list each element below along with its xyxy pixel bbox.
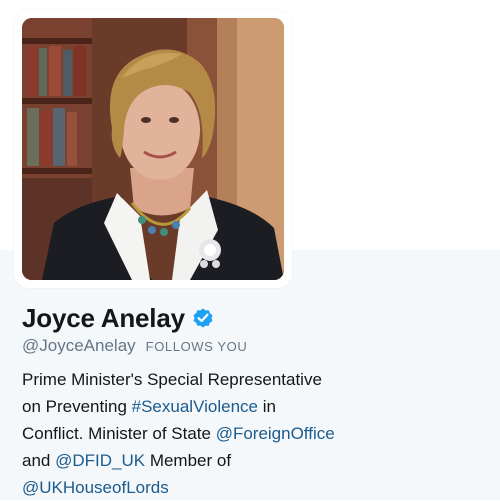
- profile-screen-name[interactable]: @JoyceAnelay: [22, 336, 136, 356]
- mention-link-houseoflords[interactable]: @UKHouseofLords: [22, 478, 169, 497]
- follows-you-badge: FOLLOWS YOU: [145, 338, 248, 354]
- hashtag-link[interactable]: #SexualViolence: [132, 397, 258, 416]
- mention-link-dfid[interactable]: @DFID_UK: [55, 451, 145, 470]
- profile-name-row: Joyce Anelay: [22, 300, 215, 336]
- verified-badge-icon: [191, 306, 215, 330]
- profile-avatar-frame: [14, 10, 292, 288]
- bio-text: in: [257, 397, 276, 416]
- bio-text: on Preventing: [22, 397, 132, 416]
- profile-bio: Prime Minister's Special Representative …: [22, 366, 482, 501]
- mention-link-foreignoffice[interactable]: @ForeignOffice: [216, 424, 335, 443]
- bio-text: and: [22, 451, 56, 470]
- avatar-photo: [22, 18, 284, 280]
- profile-name[interactable]: Joyce Anelay: [22, 303, 185, 334]
- profile-handle-row: @JoyceAnelay FOLLOWS YOU: [22, 335, 247, 357]
- bio-text: Prime Minister's Special Representative: [22, 370, 322, 389]
- profile-avatar[interactable]: [22, 18, 284, 280]
- bio-text: Conflict. Minister of State: [22, 424, 216, 443]
- bio-text: Member of: [145, 451, 232, 470]
